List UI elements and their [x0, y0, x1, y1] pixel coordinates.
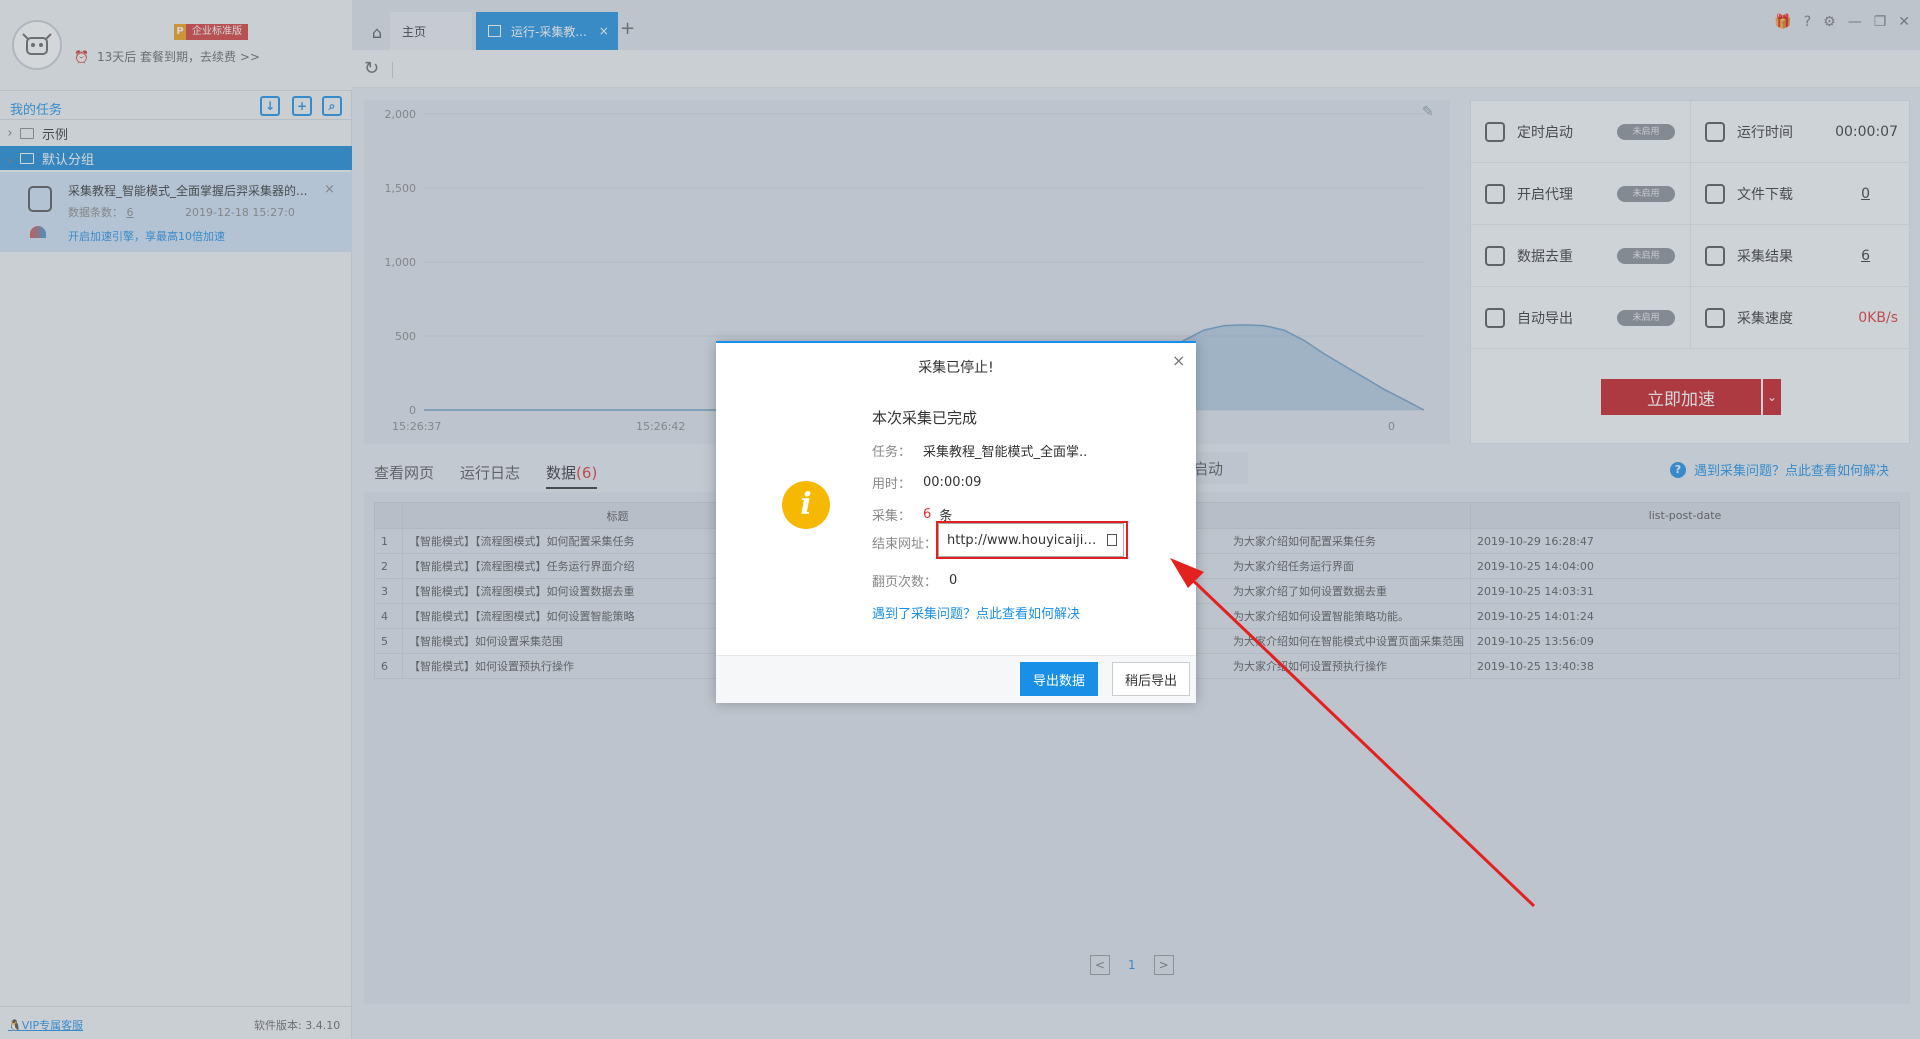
duration-value: 00:00:09 [923, 475, 982, 490]
task-value: 采集教程_智能模式_全面掌.. [923, 445, 1088, 460]
collected-count: 6 [923, 507, 932, 522]
dialog-heading: 本次采集已完成 [872, 409, 978, 427]
export-data-button[interactable]: 导出数据 [1020, 662, 1098, 696]
duration-row: 用时： 00:00:09 [872, 473, 981, 492]
duration-label: 用时： [872, 477, 912, 492]
info-icon: i [782, 481, 830, 529]
export-later-button[interactable]: 稍后导出 [1112, 662, 1190, 696]
highlight-box [936, 521, 1128, 559]
end-url-label: 结束网址： [872, 537, 938, 552]
collection-stopped-dialog: 采集已停止! × i 本次采集已完成 任务： 采集教程_智能模式_全面掌.. 用… [716, 341, 1196, 703]
dialog-title: 采集已停止! [918, 360, 994, 376]
task-row: 任务： 采集教程_智能模式_全面掌.. [872, 441, 1087, 460]
collected-label: 采集： [872, 509, 912, 524]
dialog-footer: 导出数据 稍后导出 [716, 655, 1196, 703]
dialog-help-link[interactable]: 遇到了采集问题？点此查看如何解决 [872, 603, 1080, 622]
page-turns-row: 翻页次数： 0 [872, 571, 957, 590]
page-turns-label: 翻页次数： [872, 575, 938, 590]
page-turns-value: 0 [949, 573, 958, 588]
dialog-close-icon[interactable]: × [1172, 351, 1185, 370]
task-label: 任务： [872, 445, 912, 460]
